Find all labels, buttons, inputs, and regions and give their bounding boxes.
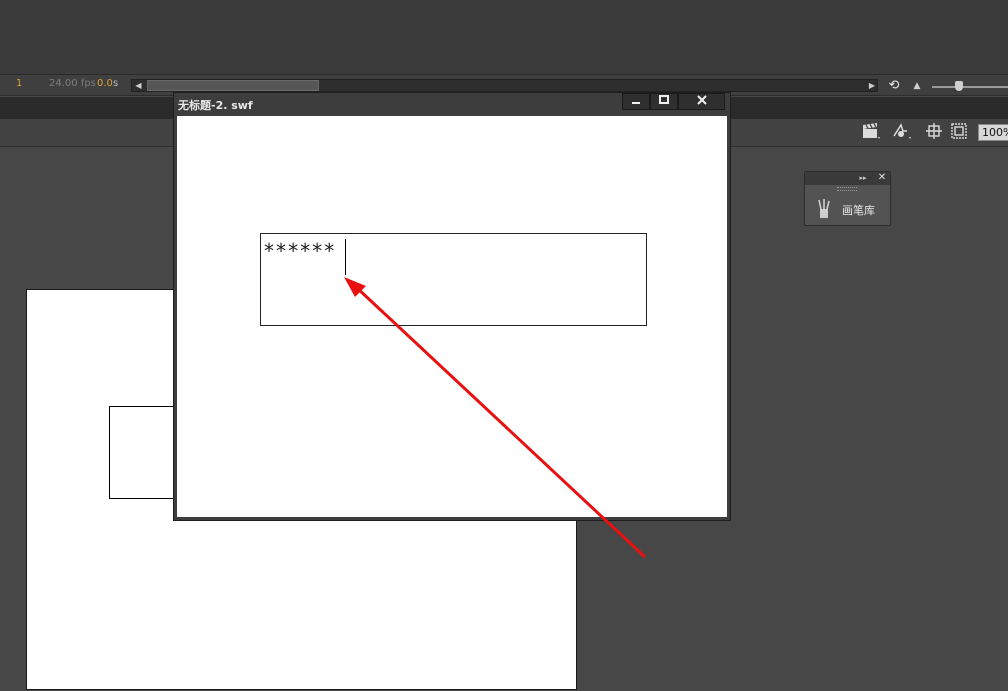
minimize-button[interactable] [622, 93, 650, 110]
loop-icon[interactable]: ⟲ [886, 78, 902, 94]
center-stage-icon[interactable] [923, 122, 945, 142]
frame-rate[interactable]: 24.00 fps [49, 78, 96, 89]
arrow-left-icon[interactable]: ◀ [132, 79, 145, 92]
stage-text-field[interactable] [109, 406, 179, 499]
clip-icon[interactable] [948, 122, 970, 142]
time-unit: s [113, 78, 119, 89]
workspace-top-area [0, 0, 1008, 74]
panel-grip[interactable] [837, 187, 857, 191]
clapper-icon[interactable] [860, 122, 882, 142]
timeline-zoom-slider-thumb[interactable] [955, 81, 963, 91]
close-button[interactable] [678, 93, 725, 110]
password-masked-text: ****** [263, 239, 336, 263]
elapsed-time[interactable]: 0.0 [97, 78, 113, 89]
timeline-scroll-thumb[interactable] [147, 80, 319, 91]
close-icon[interactable]: ✕ [876, 172, 888, 184]
zoom-level-field[interactable]: 100% [978, 124, 1008, 141]
brush-library-icon[interactable] [815, 197, 833, 219]
brush-library-label[interactable]: 画笔库 [842, 202, 875, 218]
close-icon [696, 95, 707, 105]
expand-panels-icon[interactable]: ▸▸ [857, 172, 869, 184]
text-cursor [345, 239, 346, 275]
symbol-icon[interactable] [891, 122, 913, 142]
maximize-icon [659, 95, 669, 104]
minimize-icon [632, 102, 640, 104]
current-frame[interactable]: 1 [16, 78, 22, 89]
maximize-button[interactable] [650, 93, 678, 110]
timeline-zoom-slider[interactable] [932, 86, 1008, 88]
arrow-right-icon[interactable]: ▶ [866, 79, 878, 92]
mountain-small-icon[interactable]: ▲ [910, 79, 924, 93]
swf-window-title: 无标题-2. swf [178, 99, 253, 112]
